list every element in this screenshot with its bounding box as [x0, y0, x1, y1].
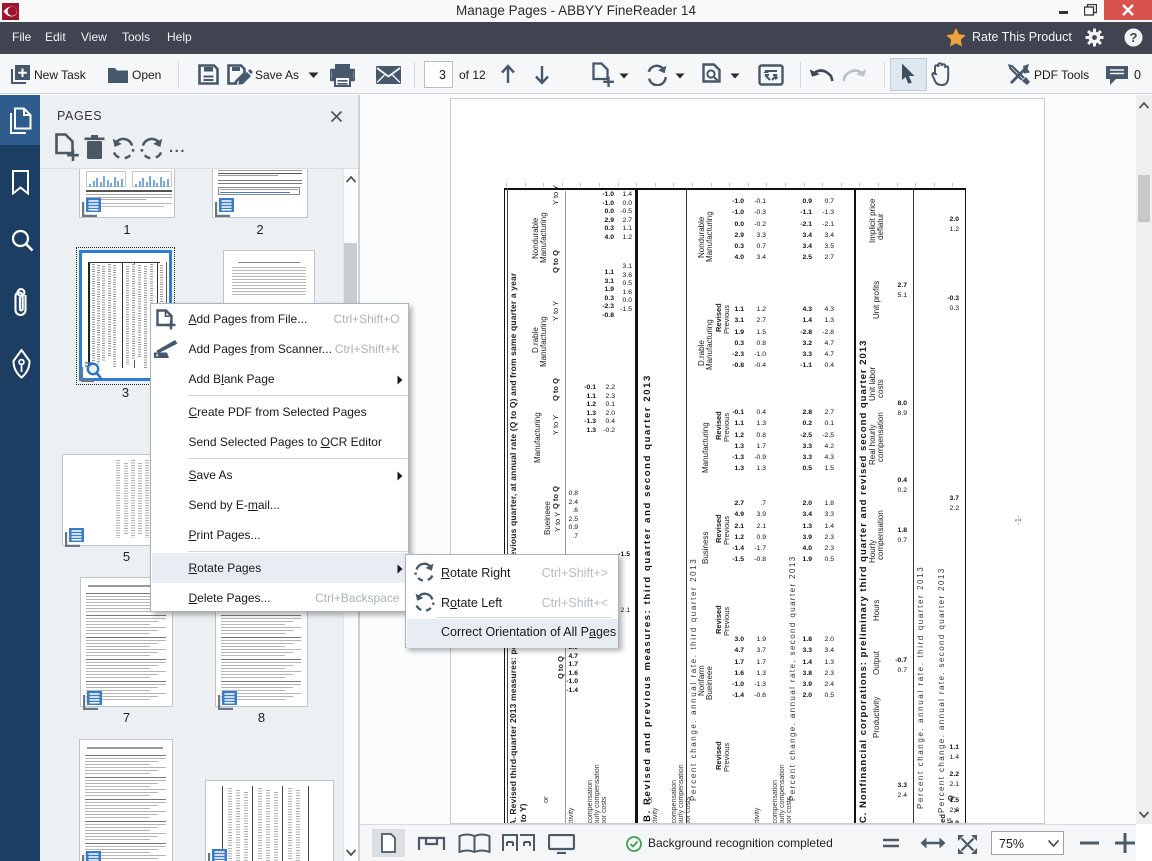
- svg-text:?: ?: [1130, 30, 1138, 45]
